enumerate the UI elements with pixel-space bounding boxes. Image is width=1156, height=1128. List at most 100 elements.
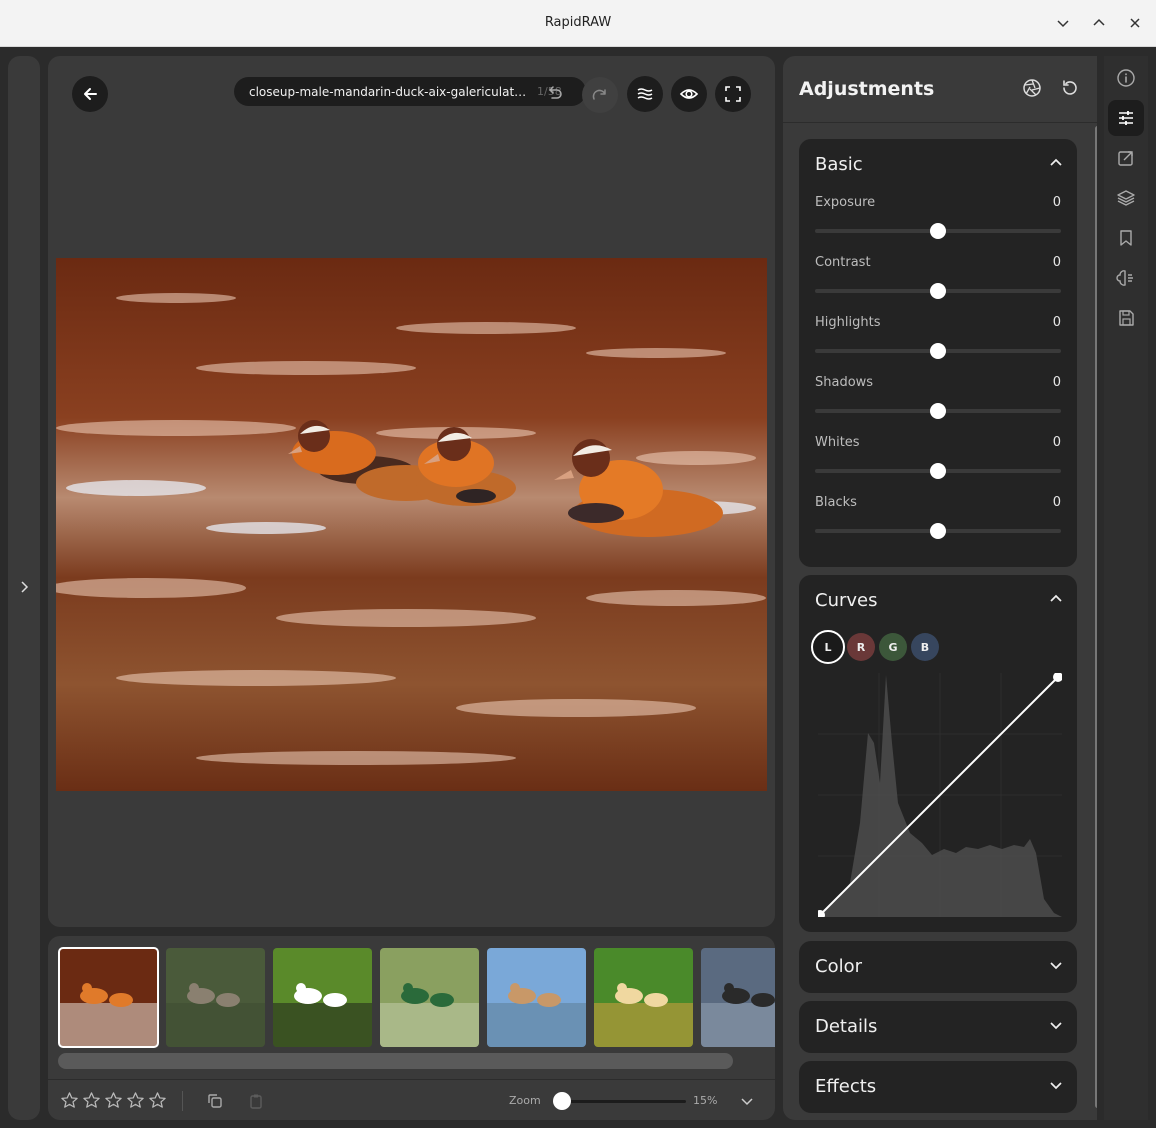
effects-section[interactable]: Effects (799, 1061, 1077, 1113)
channel-luma-button[interactable]: L (811, 630, 845, 664)
chevron-up-icon (1050, 594, 1062, 602)
star-icon[interactable] (126, 1091, 145, 1114)
slider-handle[interactable] (930, 283, 946, 299)
thumbnail-image (594, 948, 693, 1047)
chevron-down-icon (1050, 1082, 1062, 1090)
slider-value[interactable]: 0 (1053, 315, 1061, 330)
channel-red-button[interactable]: R (847, 633, 875, 661)
undo-button[interactable] (546, 83, 564, 104)
curves-section-title[interactable]: Curves (815, 590, 877, 611)
chevron-down-icon (1050, 962, 1062, 970)
auto-adjust-button[interactable] (1022, 78, 1042, 102)
star-icon[interactable] (104, 1091, 123, 1114)
brain-icon (1116, 270, 1133, 286)
masks-panel-button[interactable] (1108, 180, 1144, 216)
slider-value[interactable]: 0 (1053, 435, 1061, 450)
slider-value[interactable]: 0 (1053, 195, 1061, 210)
filmstrip-scrollbar[interactable] (58, 1053, 733, 1069)
expand-details-button[interactable] (1049, 1017, 1063, 1036)
star-icon[interactable] (82, 1091, 101, 1114)
slider-value[interactable]: 0 (1053, 255, 1061, 270)
details-section[interactable]: Details (799, 1001, 1077, 1053)
rating-stars (60, 1091, 167, 1114)
collapse-basic-button[interactable] (1049, 155, 1063, 174)
slider-blacks[interactable]: Blacks 0 (815, 495, 1061, 551)
slider-shadows[interactable]: Shadows 0 (815, 375, 1061, 431)
color-section[interactable]: Color (799, 941, 1077, 993)
paste-settings-button[interactable] (247, 1092, 265, 1114)
sliders-icon (1119, 111, 1133, 125)
expand-color-button[interactable] (1049, 957, 1063, 976)
ai-panel-button[interactable] (1108, 260, 1144, 296)
slider-highlights[interactable]: Highlights 0 (815, 315, 1061, 371)
chevron-down-icon (1057, 20, 1069, 28)
slider-exposure[interactable]: Exposure 0 (815, 195, 1061, 251)
channel-blue-button[interactable]: B (911, 633, 939, 661)
collapse-curves-button[interactable] (1049, 591, 1063, 610)
crop-icon (1118, 151, 1133, 166)
star-icon[interactable] (148, 1091, 167, 1114)
color-section-title[interactable]: Color (815, 956, 862, 977)
minimize-button[interactable] (1053, 13, 1073, 33)
close-button[interactable] (1125, 13, 1145, 33)
thumbnail-mandarin-ducks[interactable] (58, 947, 159, 1048)
fullscreen-icon (725, 86, 741, 102)
thumbnail-geese-with-goslings[interactable] (166, 948, 265, 1047)
filename-label: closeup-male-mandarin-duck-aix-galericul… (249, 85, 531, 99)
basic-section-title[interactable]: Basic (815, 154, 863, 175)
slider-label: Contrast (815, 255, 871, 270)
preview-original-button[interactable] (671, 76, 707, 112)
thumbnail-white-black-ducks-on-grass[interactable] (273, 948, 372, 1047)
effects-section-title[interactable]: Effects (815, 1076, 876, 1097)
thumbnail-duck-on-water[interactable] (701, 948, 775, 1047)
divider (182, 1091, 183, 1111)
thumbnail-image (487, 948, 586, 1047)
metadata-panel-button[interactable] (1108, 60, 1144, 96)
slider-handle[interactable] (930, 403, 946, 419)
presets-panel-button[interactable] (1108, 220, 1144, 256)
slider-handle[interactable] (930, 463, 946, 479)
info-icon (1117, 69, 1135, 87)
arrow-left-icon (84, 88, 97, 100)
bookmark-icon (1120, 230, 1132, 246)
chevron-down-icon (1050, 1022, 1062, 1030)
zoom-slider[interactable] (562, 1100, 686, 1103)
maximize-button[interactable] (1089, 13, 1109, 33)
slider-handle[interactable] (930, 223, 946, 239)
reset-adjustments-button[interactable] (1060, 78, 1080, 102)
expand-effects-button[interactable] (1049, 1077, 1063, 1096)
thumbnail-ducklings-on-grass[interactable] (594, 948, 693, 1047)
slider-handle[interactable] (930, 523, 946, 539)
divider (783, 122, 1097, 123)
adjustments-panel-button[interactable] (1108, 100, 1144, 136)
thumbnail-mallard-drake[interactable] (380, 948, 479, 1047)
zoom-slider-handle[interactable] (553, 1092, 571, 1110)
redo-button[interactable] (582, 77, 618, 113)
fullscreen-button[interactable] (715, 76, 751, 112)
crop-panel-button[interactable] (1108, 140, 1144, 176)
slider-value[interactable]: 0 (1053, 495, 1061, 510)
thumbnail-river-city-ducks[interactable] (487, 948, 586, 1047)
layers-icon (1117, 190, 1135, 206)
filename-bar: closeup-male-mandarin-duck-aix-galericul… (234, 77, 586, 106)
redo-icon (592, 89, 606, 100)
expand-sidebar-button[interactable] (17, 579, 31, 598)
copy-settings-button[interactable] (206, 1092, 224, 1114)
slider-value[interactable]: 0 (1053, 375, 1061, 390)
channel-green-button[interactable]: G (879, 633, 907, 661)
export-panel-button[interactable] (1108, 300, 1144, 336)
main-image-preview[interactable] (56, 258, 767, 791)
zoom-dropdown-button[interactable] (740, 1093, 754, 1112)
star-icon[interactable] (60, 1091, 79, 1114)
slider-contrast[interactable]: Contrast 0 (815, 255, 1061, 311)
chevron-down-icon (741, 1098, 753, 1106)
waveform-toggle-button[interactable] (627, 76, 663, 112)
back-button[interactable] (72, 76, 108, 112)
slider-whites[interactable]: Whites 0 (815, 435, 1061, 491)
slider-handle[interactable] (930, 343, 946, 359)
details-section-title[interactable]: Details (815, 1016, 877, 1037)
curve-editor[interactable] (815, 672, 1063, 920)
undo-icon (549, 86, 562, 99)
panel-scrollbar[interactable] (1095, 126, 1097, 1108)
aperture-icon (1023, 79, 1041, 97)
